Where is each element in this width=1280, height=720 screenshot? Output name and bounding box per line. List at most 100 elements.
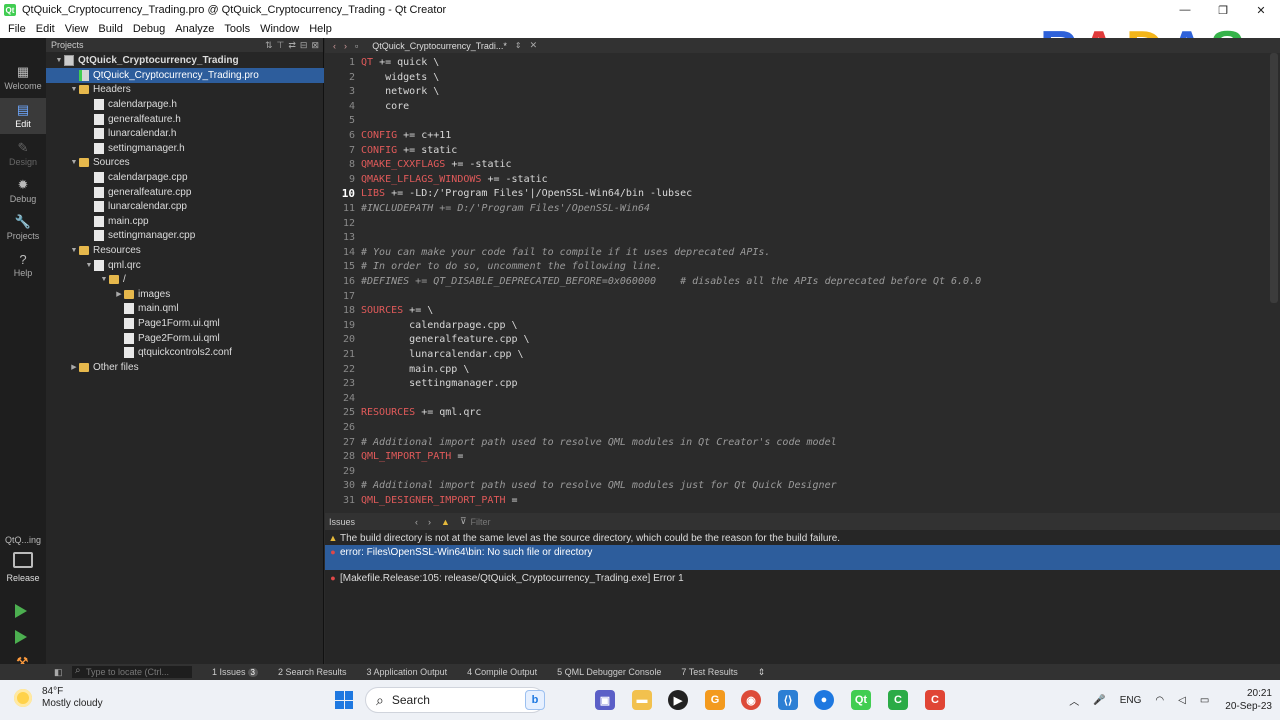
collapse-arrow-icon[interactable]: ▼ — [99, 276, 109, 283]
close-panel-icon[interactable]: ⊠ — [311, 40, 319, 51]
chevron-up-icon[interactable]: ︿ — [1069, 693, 1079, 708]
monitor-icon[interactable] — [13, 552, 33, 568]
code-line[interactable]: RESOURCES += qml.qrc — [361, 406, 481, 421]
weather-widget[interactable]: 84°F Mostly cloudy — [14, 686, 103, 710]
warning-filter-icon[interactable]: ▲ — [441, 517, 450, 527]
teams-chat-icon[interactable]: ▣ — [595, 690, 615, 710]
code-line[interactable]: LIBS += -LD:/'Program Files'|/OpenSSL-Wi… — [361, 187, 692, 202]
tab-search-results[interactable]: 2 Search Results — [278, 667, 347, 677]
tree-item[interactable]: settingmanager.h — [46, 141, 324, 156]
code-line[interactable]: calendarpage.cpp \ — [361, 319, 517, 334]
split-icon[interactable]: ⊟ — [300, 40, 308, 51]
maps-icon[interactable]: ● — [814, 690, 834, 710]
taskbar-search[interactable]: ⌕ Search — [365, 687, 545, 713]
maximize-button[interactable]: ❐ — [1204, 0, 1242, 20]
tree-item[interactable]: lunarcalendar.cpp — [46, 200, 324, 215]
prev-issue-icon[interactable]: ‹ — [415, 517, 418, 527]
tree-item[interactable]: main.cpp — [46, 214, 324, 229]
tree-item[interactable]: lunarcalendar.h — [46, 127, 324, 142]
tree-item[interactable]: main.qml — [46, 302, 324, 317]
tree-item[interactable]: generalfeature.cpp — [46, 185, 324, 200]
code-line[interactable]: QML_DESIGNER_IMPORT_PATH = — [361, 494, 518, 509]
vscode-icon[interactable]: ⟨⟩ — [778, 690, 798, 710]
collapse-arrow-icon[interactable]: ▼ — [54, 57, 64, 64]
mode-welcome[interactable]: ▦ Welcome — [0, 60, 46, 96]
tree-item[interactable]: ▼ Sources — [46, 156, 324, 171]
microphone-icon[interactable]: 🎤 — [1093, 695, 1105, 706]
app-c-red-icon[interactable]: C — [925, 690, 945, 710]
sidebar-toggle-icon[interactable]: ◧ — [54, 667, 63, 678]
tree-item[interactable]: ▶ images — [46, 287, 324, 302]
collapse-arrow-icon[interactable]: ▼ — [69, 159, 79, 166]
tree-item[interactable]: ▼ Resources — [46, 243, 324, 258]
code-line[interactable]: QT += quick \ — [361, 56, 439, 71]
issue-row[interactable]: ● error: Files\OpenSSL-Win64\bin: No suc… — [325, 545, 1280, 570]
expand-arrow-icon[interactable]: ▶ — [114, 290, 124, 298]
code-line[interactable]: # You can make your code fail to compile… — [361, 246, 770, 261]
menu-view[interactable]: View — [60, 23, 94, 35]
file-explorer-icon[interactable]: ▬ — [632, 690, 652, 710]
collapse-arrow-icon[interactable]: ▼ — [69, 86, 79, 93]
tree-item[interactable]: Page2Form.ui.qml — [46, 331, 324, 346]
code-line[interactable]: network \ — [361, 85, 439, 100]
tab-qml-debugger-console[interactable]: 5 QML Debugger Console — [557, 667, 661, 677]
recorder-icon[interactable]: G — [705, 690, 725, 710]
mode-projects[interactable]: 🔧 Projects — [0, 210, 46, 246]
code-editor[interactable]: 1 2 3 4 5 6 7 8 9 10 11 12 13 14 15 16 17 18 19 20 21 22 23 24 2… — [325, 53, 1280, 511]
tree-item[interactable]: QtQuick_Cryptocurrency_Trading.pro — [46, 68, 324, 83]
code-line[interactable]: SOURCES += \ — [361, 304, 433, 319]
editor-scrollbar[interactable] — [1270, 53, 1278, 303]
code-line[interactable]: # Additional import path used to resolve… — [361, 479, 837, 494]
code-line[interactable]: QMAKE_LFLAGS_WINDOWS += -static — [361, 173, 548, 188]
issue-row[interactable]: ● [Makefile.Release:105: release/QtQuick… — [325, 571, 1280, 585]
code-line[interactable]: generalfeature.cpp \ — [361, 333, 529, 348]
tab-switch-icon[interactable]: ⇕ — [515, 41, 522, 50]
code-line[interactable]: lunarcalendar.cpp \ — [361, 348, 523, 363]
code-line[interactable]: QML_IMPORT_PATH = — [361, 450, 463, 465]
debug-run-icon[interactable] — [15, 630, 27, 644]
code-line[interactable]: CONFIG += static — [361, 144, 457, 159]
code-line[interactable]: #DEFINES += QT_DISABLE_DEPRECATED_BEFORE… — [361, 275, 981, 290]
language-indicator[interactable]: ENG — [1120, 695, 1142, 706]
menu-analyze[interactable]: Analyze — [170, 23, 219, 35]
run-icon[interactable] — [15, 604, 27, 618]
filter-icon[interactable]: ⊤ — [277, 40, 285, 51]
code-line[interactable]: widgets \ — [361, 71, 439, 86]
code-line[interactable]: settingmanager.cpp — [361, 377, 517, 392]
menu-file[interactable]: File — [0, 23, 31, 35]
tree-item[interactable]: ▼ / — [46, 273, 324, 288]
next-issue-icon[interactable]: › — [428, 517, 431, 527]
qt-creator-taskbar-icon[interactable]: Qt — [851, 690, 871, 710]
locator-input[interactable]: Type to locate (Ctrl... — [72, 665, 192, 678]
tree-item[interactable]: qtquickcontrols2.conf — [46, 346, 324, 361]
code-line[interactable]: CONFIG += c++11 — [361, 129, 451, 144]
editor-tab-name[interactable]: QtQuick_Cryptocurrency_Tradi...* — [372, 41, 507, 51]
tree-item[interactable]: ▼ QtQuick_Cryptocurrency_Trading — [46, 54, 324, 69]
tree-item[interactable]: calendarpage.cpp — [46, 170, 324, 185]
clock[interactable]: 20:21 20-Sep-23 — [1225, 687, 1272, 713]
collapse-arrow-icon[interactable]: ▼ — [69, 247, 79, 254]
app-c-green-icon[interactable]: C — [888, 690, 908, 710]
windows-start-icon[interactable] — [335, 691, 353, 709]
code-line[interactable]: core — [361, 100, 409, 115]
menu-build[interactable]: Build — [93, 23, 127, 35]
mode-edit[interactable]: ▤ Edit — [0, 98, 46, 134]
filter-funnel-icon[interactable]: ⊽ — [460, 516, 467, 527]
tree-item[interactable]: ▶ Other files — [46, 360, 324, 375]
sort-icon[interactable]: ⇅ — [265, 40, 273, 51]
menu-tools[interactable]: Tools — [219, 23, 255, 35]
sync-icon[interactable]: ⇄ — [288, 40, 296, 51]
tab-test-results[interactable]: 7 Test Results — [681, 667, 737, 677]
issues-filter-input[interactable]: Filter — [471, 517, 491, 527]
menu-edit[interactable]: Edit — [31, 23, 60, 35]
tree-item[interactable]: generalfeature.h — [46, 112, 324, 127]
code-line[interactable]: # In order to do so, uncomment the follo… — [361, 260, 662, 275]
mode-design[interactable]: ✎ Design — [0, 136, 46, 172]
tree-item[interactable]: settingmanager.cpp — [46, 229, 324, 244]
wifi-icon[interactable]: ◠ — [1155, 695, 1164, 706]
close-button[interactable]: ✕ — [1242, 0, 1280, 20]
tree-item[interactable]: calendarpage.h — [46, 97, 324, 112]
tree-item[interactable]: ▼ Headers — [46, 83, 324, 98]
code-line[interactable]: #INCLUDEPATH += D:/'Program Files'/OpenS… — [361, 202, 650, 217]
tab-issues[interactable]: 1 Issues 3 — [212, 667, 258, 677]
